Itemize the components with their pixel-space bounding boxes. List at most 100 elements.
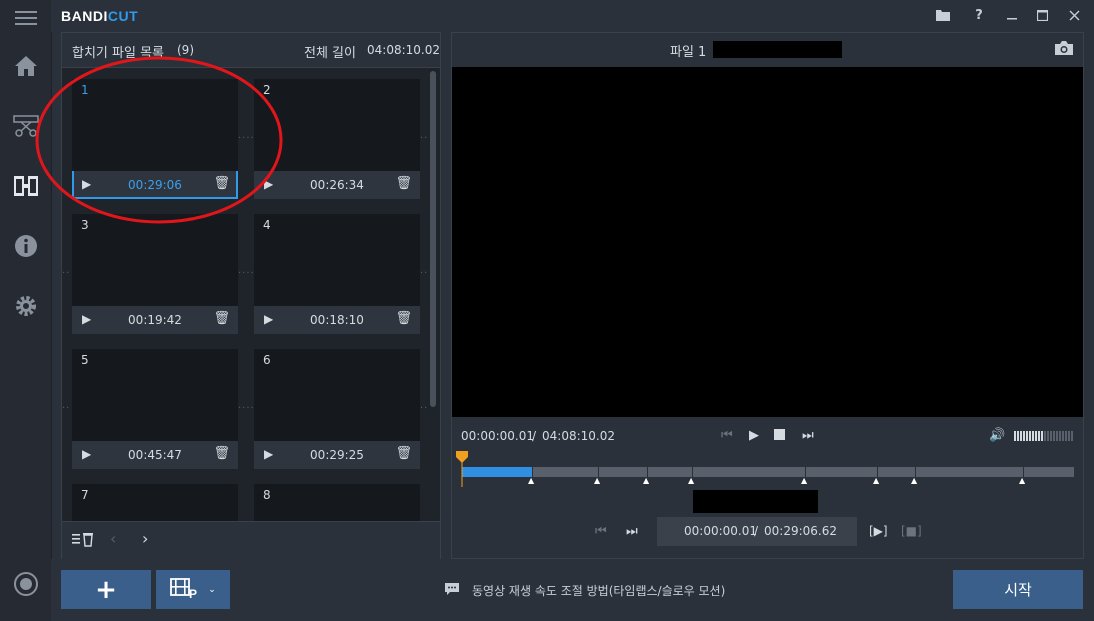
- clip-total-time: 00:29:06.62: [764, 524, 837, 538]
- prev-frame-icon[interactable]: ⏮: [721, 428, 733, 443]
- connector-dots: ····: [238, 403, 255, 414]
- stop-icon[interactable]: [774, 429, 785, 444]
- next-clip-icon[interactable]: ⏭: [626, 524, 638, 539]
- current-time: 00:00:00.01: [461, 429, 534, 443]
- segment-marker: ▲: [873, 476, 880, 485]
- home-icon[interactable]: [8, 48, 44, 84]
- trash-icon[interactable]: 🗑: [395, 311, 412, 326]
- connector-dots: ··: [420, 403, 429, 414]
- add-file-label: +: [95, 574, 117, 605]
- trash-icon[interactable]: 🗑: [213, 176, 230, 191]
- folder-icon[interactable]: [929, 2, 957, 28]
- chat-icon: [444, 582, 460, 599]
- file-item[interactable]: 2 ▶ 00:26:34 🗑: [254, 79, 420, 199]
- redacted-filename: [713, 41, 842, 58]
- trash-icon[interactable]: 🗑: [395, 446, 412, 461]
- play-icon[interactable]: ▶: [749, 428, 759, 443]
- file-number: 7: [81, 488, 89, 502]
- preview-file-label: 파일 1: [670, 45, 707, 60]
- trash-icon[interactable]: 🗑: [213, 446, 230, 461]
- clip-current-time: 00:00:00.01: [684, 524, 757, 538]
- cut-icon[interactable]: [8, 108, 44, 144]
- preview-panel: 파일 1 00:00:00.01 / 04:08:10.02 ⏮ ▶ ⏭ 🔊 ▲…: [451, 32, 1084, 559]
- connector-dots: ··: [420, 133, 429, 144]
- play-selection-icon[interactable]: [▶]: [869, 524, 888, 538]
- file-thumbnail: [254, 349, 420, 441]
- start-label: 시작: [1004, 581, 1032, 599]
- film-join-icon[interactable]: [8, 168, 44, 204]
- speed-help-link[interactable]: 동영상 재생 속도 조절 방법(타임랩스/슬로우 모션): [472, 582, 725, 599]
- total-time: 04:08:10.02: [542, 429, 615, 443]
- next-page-icon[interactable]: ›: [142, 529, 148, 548]
- segment-marker: ▲: [911, 476, 918, 485]
- time-separator: /: [532, 429, 537, 443]
- chevron-down-icon[interactable]: ⌄: [208, 585, 216, 595]
- close-icon[interactable]: [1060, 2, 1088, 28]
- redacted-clip-name: [693, 490, 818, 513]
- file-thumbnail: [72, 484, 238, 521]
- connector-dots: ··: [420, 268, 429, 279]
- gear-icon[interactable]: [8, 288, 44, 324]
- file-number: 4: [263, 218, 271, 232]
- file-number: 3: [81, 218, 89, 232]
- record-icon[interactable]: [8, 566, 44, 602]
- clip-time-separator: /: [754, 524, 759, 538]
- file-item[interactable]: 3 ▶ 00:19:42 🗑: [72, 214, 238, 334]
- minimize-icon[interactable]: [998, 2, 1026, 28]
- sidebar: [0, 0, 52, 621]
- file-item[interactable]: 7: [72, 484, 238, 521]
- file-thumbnail: [254, 484, 420, 521]
- segment-marker: ▲: [801, 476, 808, 485]
- stop-selection-icon[interactable]: [■]: [901, 524, 922, 538]
- file-list-footer: ‹ ›: [62, 521, 440, 559]
- clear-list-icon[interactable]: [72, 531, 96, 550]
- maximize-icon[interactable]: [1028, 2, 1056, 28]
- file-item[interactable]: 1 ▶ 00:29:06 🗑: [72, 79, 238, 199]
- timeline-track[interactable]: [462, 467, 1074, 477]
- connector-dots: ··: [62, 268, 71, 279]
- segment-marker: ▲: [1019, 476, 1026, 485]
- film-format-icon: P: [170, 577, 200, 602]
- prev-page-icon[interactable]: ‹: [110, 529, 116, 548]
- volume-slider[interactable]: [1014, 430, 1074, 444]
- file-number: 8: [263, 488, 271, 502]
- file-thumbnail: [254, 79, 420, 171]
- file-thumbnail: [72, 214, 238, 306]
- timeline-selected-segment[interactable]: [462, 467, 532, 477]
- segment-marker: ▲: [528, 476, 535, 485]
- file-item[interactable]: 8: [254, 484, 420, 521]
- file-number: 1: [81, 83, 89, 97]
- playhead[interactable]: [456, 451, 468, 487]
- next-frame-icon[interactable]: ⏭: [802, 428, 814, 443]
- file-number: 6: [263, 353, 271, 367]
- total-length-value: 04:08:10.02: [367, 43, 440, 57]
- output-format-button[interactable]: P ⌄: [156, 570, 230, 609]
- bottom-bar: + P ⌄ 동영상 재생 속도 조절 방법(타임랩스/슬로우 모션) 시작: [51, 559, 1094, 621]
- file-number: 2: [263, 83, 271, 97]
- connector-dots: ····: [238, 268, 255, 279]
- scrollbar[interactable]: [430, 71, 436, 407]
- svg-text:P: P: [189, 587, 197, 599]
- file-item[interactable]: 5 ▶ 00:45:47 🗑: [72, 349, 238, 469]
- volume-icon[interactable]: 🔊: [989, 428, 1005, 443]
- connector-dots: ····: [238, 133, 255, 144]
- file-item[interactable]: 4 ▶ 00:18:10 🗑: [254, 214, 420, 334]
- help-icon[interactable]: ?: [965, 2, 993, 28]
- camera-icon[interactable]: [1054, 40, 1074, 59]
- video-preview[interactable]: [452, 67, 1083, 417]
- segment-marker: ▲: [594, 476, 601, 485]
- add-file-button[interactable]: +: [61, 570, 151, 609]
- trash-icon[interactable]: 🗑: [395, 176, 412, 191]
- menu-icon[interactable]: [8, 0, 44, 36]
- file-thumbnail: [72, 349, 238, 441]
- prev-clip-icon[interactable]: ⏮: [595, 524, 607, 539]
- info-icon[interactable]: [8, 228, 44, 264]
- file-item[interactable]: 6 ▶ 00:29:25 🗑: [254, 349, 420, 469]
- connector-dots: ··: [62, 403, 71, 414]
- app-logo: BANDICUT: [61, 8, 139, 24]
- start-button[interactable]: 시작: [953, 570, 1083, 609]
- file-thumbnail: [72, 79, 238, 171]
- trash-icon[interactable]: 🗑: [213, 311, 230, 326]
- total-length-label: 전체 길이: [304, 46, 356, 61]
- file-number: 5: [81, 353, 89, 367]
